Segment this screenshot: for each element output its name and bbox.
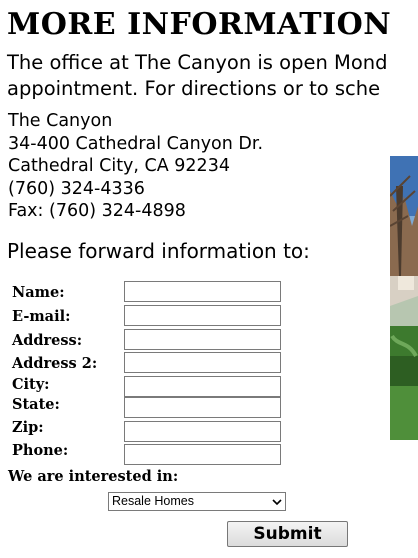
intro-line-2: appointment. For directions or to sche xyxy=(7,77,381,100)
email-label: E-mail: xyxy=(12,308,71,325)
city-input[interactable] xyxy=(124,376,281,397)
zip-input[interactable] xyxy=(124,421,281,442)
state-label: State: xyxy=(12,396,60,413)
address2-input[interactable] xyxy=(124,352,281,373)
form-heading: Please forward information to: xyxy=(7,239,310,263)
address-input[interactable] xyxy=(124,329,281,350)
office-fax: Fax: (760) 324-4898 xyxy=(8,201,186,221)
name-input[interactable] xyxy=(124,281,281,302)
interest-select-value: Resale Homes xyxy=(112,494,194,508)
canyon-photo-image xyxy=(390,156,418,440)
page-title: MORE INFORMATION xyxy=(7,7,392,42)
email-input[interactable] xyxy=(124,305,281,326)
interest-select[interactable]: Resale Homes xyxy=(108,492,286,511)
office-street: 34-400 Cathedral Canyon Dr. xyxy=(8,133,264,154)
office-address: The Canyon 34-400 Cathedral Canyon Dr. C… xyxy=(8,110,263,223)
address-label: Address: xyxy=(12,332,83,349)
office-city: Cathedral City, CA 92234 xyxy=(8,156,230,176)
interest-label: We are interested in: xyxy=(8,468,179,485)
zip-label: Zip: xyxy=(12,419,44,436)
intro-text: The office at The Canyon is open Mond ap… xyxy=(7,50,388,102)
phone-input[interactable] xyxy=(124,444,281,465)
office-name: The Canyon xyxy=(8,111,113,131)
name-label: Name: xyxy=(12,284,65,301)
address2-label: Address 2: xyxy=(12,355,98,372)
canyon-photo xyxy=(390,156,418,440)
state-input[interactable] xyxy=(124,397,281,418)
chevron-down-icon xyxy=(272,499,282,506)
office-phone: (760) 324-4336 xyxy=(8,178,145,199)
intro-line-1: The office at The Canyon is open Mond xyxy=(7,51,388,74)
phone-label: Phone: xyxy=(12,442,69,459)
submit-button[interactable]: Submit xyxy=(227,521,348,547)
city-label: City: xyxy=(12,376,50,393)
